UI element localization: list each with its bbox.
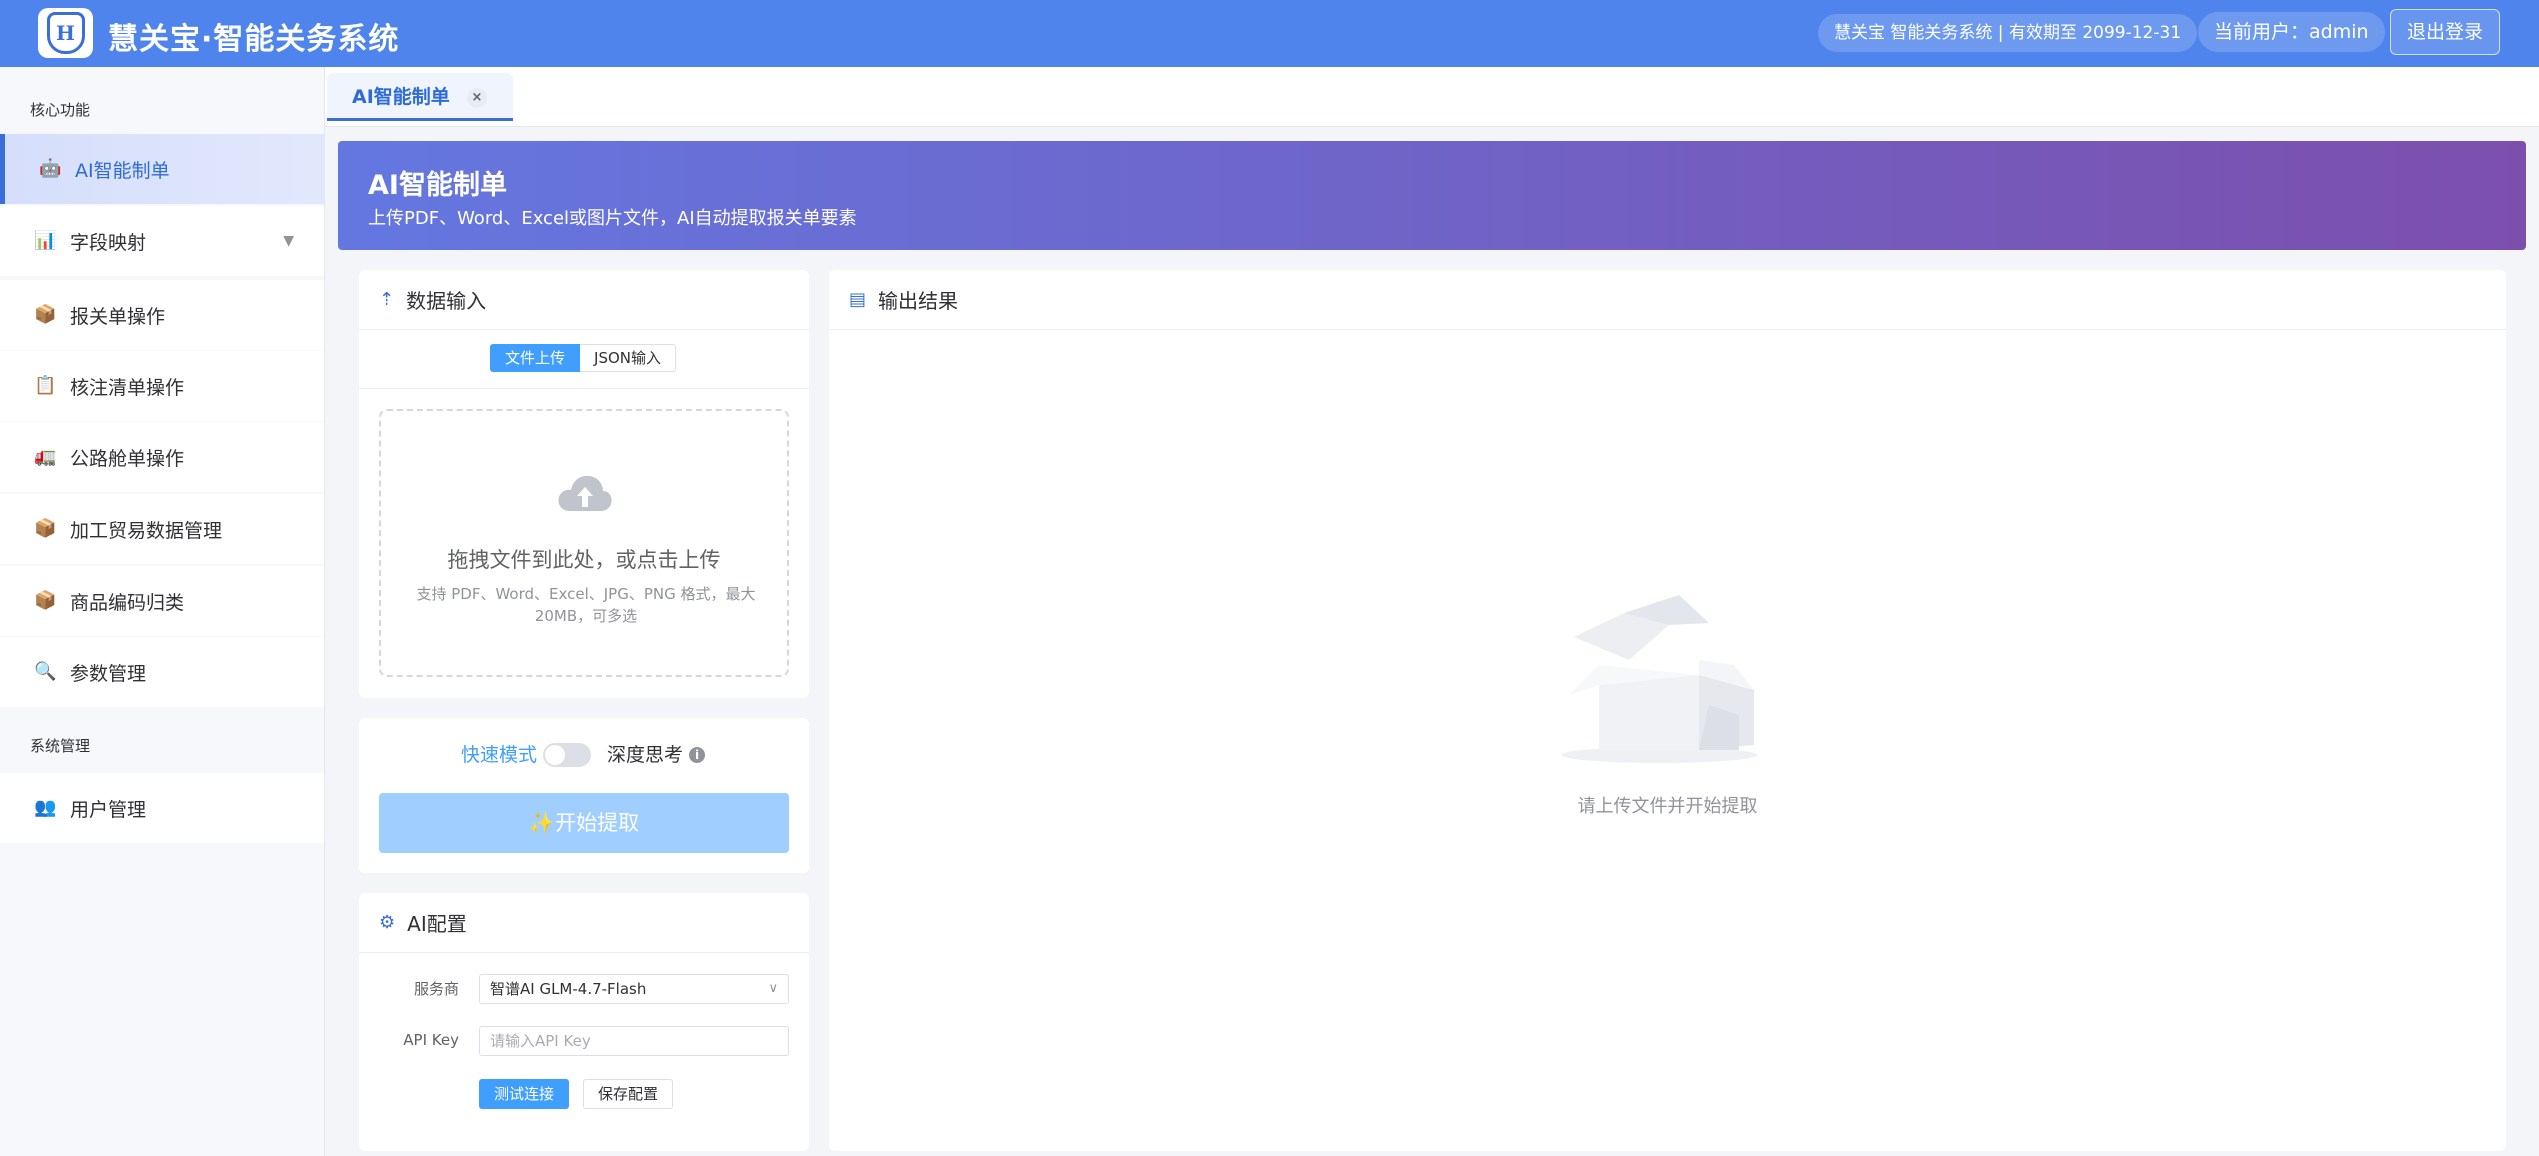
sidebar-item-label: 公路舱单操作 — [70, 447, 185, 470]
input-mode-switch: 文件上传 JSON输入 — [490, 344, 676, 372]
page-title: AI智能制单 — [368, 170, 507, 201]
api-key-input[interactable] — [479, 1026, 789, 1056]
sidebar: 核心功能 🤖 AI智能制单 📊 字段映射 ▼ 📦 报关单操作 📋 核注清单操作 … — [0, 67, 325, 1156]
card-header: ⚙ AI配置 — [359, 893, 809, 953]
sidebar-item-declaration[interactable]: 📦 报关单操作 — [0, 280, 324, 350]
tab-label: AI智能制单 — [352, 86, 450, 108]
card-title: 输出结果 — [878, 289, 959, 313]
shield-logo-icon: H — [46, 12, 85, 54]
upload-arrow-icon: ⇡ — [379, 289, 395, 310]
package-icon: 📦 — [34, 304, 57, 325]
file-dropzone[interactable]: 拖拽文件到此处，或点击上传 支持 PDF、Word、Excel、JPG、PNG … — [379, 409, 789, 677]
toggle-knob — [545, 745, 565, 765]
dropzone-hint: 支持 PDF、Word、Excel、JPG、PNG 格式，最大20MB，可多选 — [416, 585, 756, 625]
chevron-down-icon: ▼ — [283, 233, 294, 249]
card-title: AI配置 — [407, 912, 467, 936]
sidebar-item-label: 参数管理 — [70, 662, 147, 685]
dropzone-title: 拖拽文件到此处，或点击上传 — [447, 548, 721, 572]
page-subtitle: 上传PDF、Word、Excel或图片文件，AI自动提取报关单要素 — [368, 208, 857, 229]
robot-icon: 🤖 — [39, 158, 62, 179]
sidebar-item-users[interactable]: 👥 用户管理 — [0, 773, 324, 843]
empty-state-text: 请上传文件并开始提取 — [1577, 796, 1758, 817]
start-extract-button[interactable]: ✨开始提取 — [379, 793, 789, 853]
deep-mode-label[interactable]: 深度思考 — [607, 742, 683, 768]
users-icon: 👥 — [34, 797, 57, 818]
sidebar-item-field-mapping[interactable]: 📊 字段映射 ▼ — [0, 206, 324, 276]
clipboard-icon: 📋 — [34, 375, 57, 396]
app-title: 慧关宝·智能关务系统 — [108, 22, 400, 57]
tab-bar: AI智能制单 × — [325, 67, 2539, 127]
license-badge: 慧关宝 智能关务系统 | 有效期至 2099-12-31 — [1818, 14, 2198, 52]
save-config-button[interactable]: 保存配置 — [583, 1079, 673, 1109]
api-key-label: API Key — [403, 1031, 459, 1049]
top-header: H 慧关宝·智能关务系统 慧关宝 智能关务系统 | 有效期至 2099-12-3… — [0, 0, 2539, 67]
data-input-card: ⇡ 数据输入 文件上传 JSON输入 拖拽文件到此处，或点击上传 支持 PDF、… — [359, 270, 809, 698]
test-connection-button[interactable]: 测试连接 — [479, 1079, 569, 1109]
magnifier-icon: 🔍 — [34, 661, 57, 682]
sidebar-item-label: 核注清单操作 — [70, 376, 185, 399]
logout-button[interactable]: 退出登录 — [2390, 9, 2500, 55]
sidebar-item-processing-trade[interactable]: 📦 加工贸易数据管理 — [0, 494, 324, 564]
extract-control-card: 快速模式 深度思考 i ✨开始提取 — [359, 718, 809, 873]
sidebar-item-label: 字段映射 — [70, 231, 147, 254]
mode-file-upload-button[interactable]: 文件上传 — [490, 344, 581, 372]
sidebar-item-label: AI智能制单 — [75, 159, 170, 182]
app-logo: H — [38, 8, 93, 58]
provider-select[interactable]: 智谱AI GLM-4.7-Flash ∨ — [479, 974, 789, 1004]
page-banner: AI智能制单 上传PDF、Word、Excel或图片文件，AI自动提取报关单要素 — [338, 141, 2526, 250]
sidebar-item-inventory[interactable]: 📋 核注清单操作 — [0, 351, 324, 421]
tab-ai-document[interactable]: AI智能制单 × — [327, 73, 513, 121]
sidebar-item-label: 商品编码归类 — [70, 591, 185, 614]
provider-label: 服务商 — [413, 980, 459, 998]
gear-icon: ⚙ — [379, 912, 396, 933]
package-icon: 📦 — [34, 518, 57, 539]
sidebar-item-label: 用户管理 — [70, 798, 147, 821]
document-icon: ▤ — [849, 289, 867, 310]
provider-value: 智谱AI GLM-4.7-Flash — [490, 980, 647, 998]
card-header: ⇡ 数据输入 — [359, 270, 809, 330]
card-header: ▤ 输出结果 — [829, 270, 2506, 330]
card-title: 数据输入 — [406, 289, 487, 313]
thinking-mode-row: 快速模式 深度思考 i — [359, 742, 809, 768]
sidebar-item-label: 报关单操作 — [70, 305, 166, 328]
bar-chart-icon: 📊 — [34, 230, 57, 251]
ai-config-card: ⚙ AI配置 服务商 智谱AI GLM-4.7-Flash ∨ API Key … — [359, 893, 809, 1151]
cloud-upload-icon — [558, 475, 612, 511]
output-result-card: ▤ 输出结果 请上传文件并开始提取 — [829, 270, 2506, 1151]
package-icon: 📦 — [34, 590, 57, 611]
sidebar-item-ai-document[interactable]: 🤖 AI智能制单 — [0, 134, 324, 204]
sidebar-section-system: 系统管理 — [30, 737, 91, 755]
sidebar-item-hs-code[interactable]: 📦 商品编码归类 — [0, 566, 324, 636]
empty-box-icon — [1561, 595, 1757, 763]
truck-icon: 🚛 — [34, 446, 57, 467]
fast-mode-label[interactable]: 快速模式 — [461, 742, 537, 768]
chevron-down-icon: ∨ — [768, 981, 778, 996]
deep-thinking-toggle[interactable] — [543, 743, 591, 767]
mode-json-input-button[interactable]: JSON输入 — [580, 344, 676, 372]
sidebar-item-parameters[interactable]: 🔍 参数管理 — [0, 637, 324, 707]
info-icon[interactable]: i — [689, 747, 705, 763]
sidebar-item-label: 加工贸易数据管理 — [70, 519, 223, 542]
current-user-badge: 当前用户：admin — [2198, 12, 2385, 52]
sidebar-section-core: 核心功能 — [30, 101, 91, 119]
close-icon[interactable]: × — [467, 88, 487, 108]
divider — [359, 388, 809, 389]
sidebar-item-road-manifest[interactable]: 🚛 公路舱单操作 — [0, 422, 324, 492]
